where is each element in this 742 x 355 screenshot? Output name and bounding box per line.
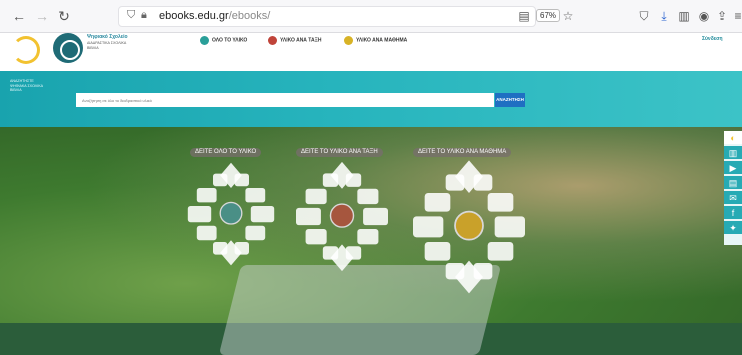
flower-center <box>454 210 484 241</box>
url-host: ebooks.edu.gr <box>159 10 229 22</box>
facebook-icon[interactable]: f <box>724 206 742 220</box>
menu-icon[interactable]: ≡ <box>730 8 742 24</box>
reload-icon[interactable]: ↻ <box>55 7 73 25</box>
flower-center <box>219 201 243 225</box>
flower-material-by-subject[interactable] <box>410 158 528 298</box>
nav-label: ΟΛΟ ΤΟ ΥΛΙΚΟ <box>212 37 248 44</box>
document-icon[interactable]: ▤ <box>724 176 742 190</box>
library-icon[interactable]: ▥ <box>676 8 692 24</box>
mail-icon[interactable]: ✉ <box>724 191 742 205</box>
yellow-dot-icon <box>344 36 353 45</box>
flower-all-material[interactable] <box>186 160 276 270</box>
bookmark-star-icon[interactable]: ☆ <box>560 8 576 24</box>
search-button[interactable]: ΑΝΑΖΗΤΗΣΗ <box>495 93 525 107</box>
ebooks-logo-icon[interactable] <box>53 33 83 63</box>
search-input[interactable] <box>76 93 494 107</box>
book-icon[interactable]: ▥ <box>724 146 742 160</box>
teal-dot-icon <box>200 36 209 45</box>
flower-subject-icon <box>413 160 525 294</box>
search-side-note: ΑΝΑΖΗΤΗΣΤΕ ΨΗΦΙΑΚΑ ΣΧΟΛΙΚΑ ΒΙΒΛΙΑ <box>10 79 43 92</box>
nav-label: ΥΛΙΚΟ ΑΝΑ ΤΑΞΗ <box>280 37 322 44</box>
zoom-level[interactable]: 67% <box>536 9 561 22</box>
pocket-icon[interactable]: ⛉ <box>636 8 652 24</box>
video-icon[interactable]: ▶ <box>724 161 742 175</box>
share-page-icon[interactable]: ⇪ <box>714 8 730 24</box>
nav-item-all[interactable]: ΟΛΟ ΤΟ ΥΛΙΚΟ <box>200 36 247 46</box>
url-path: /ebooks/ <box>228 10 271 22</box>
label-all-material[interactable]: ΔΕΙΤΕ ΟΛΟ ΤΟ ΥΛΙΚΟ <box>190 148 262 157</box>
sun-logo-icon[interactable] <box>12 36 40 64</box>
twitter-icon[interactable]: ✦ <box>724 221 742 235</box>
address-bar[interactable]: ⛉ 🔒︎ ebooks.edu.gr/ebooks/ <box>118 6 536 27</box>
url-text: ebooks.edu.gr/ebooks/ <box>159 10 270 22</box>
account-icon[interactable]: ◉ <box>696 8 712 24</box>
label-material-by-class[interactable]: ΔΕΙΤΕ ΤΟ ΥΛΙΚΟ ΑΝΑ ΤΑΞΗ <box>296 148 383 157</box>
back-arrow-icon[interactable]: ← <box>10 7 28 25</box>
download-icon[interactable]: ⤓ <box>656 8 672 24</box>
nav-item-by-class[interactable]: ΥΛΙΚΟ ΑΝΑ ΤΑΞΗ <box>268 36 321 46</box>
brand-subtitle: ΔΙΑΔΡΑΣΤΙΚΑ ΣΧΟΛΙΚΑ ΒΙΒΛΙΑ <box>87 41 127 50</box>
shield-icon: ⛉ <box>127 9 136 21</box>
red-dot-icon <box>268 36 277 45</box>
flower-material-by-class[interactable] <box>292 160 392 275</box>
flower-center <box>329 203 355 228</box>
forward-arrow-icon[interactable]: → <box>33 7 51 25</box>
nav-item-by-subject[interactable]: ΥΛΙΚΟ ΑΝΑ ΜΑΘΗΜΑ <box>344 36 407 46</box>
reader-view-icon[interactable]: ▤ <box>516 8 532 24</box>
login-link[interactable]: Σύνδεση <box>702 36 723 42</box>
nav-label: ΥΛΙΚΟ ΑΝΑ ΜΑΘΗΜΑ <box>356 37 408 44</box>
label-material-by-subject[interactable]: ΔΕΙΤΕ ΤΟ ΥΛΙΚΟ ΑΝΑ ΜΑΘΗΜΑ <box>413 148 512 157</box>
flower-all-icon <box>187 162 275 266</box>
sun-logo-small-icon[interactable]: ◐ <box>724 131 742 145</box>
lock-icon: 🔒︎ <box>141 9 147 21</box>
flower-class-icon <box>296 161 388 272</box>
brand-title: Ψηφιακό Σχολείο <box>87 34 128 40</box>
